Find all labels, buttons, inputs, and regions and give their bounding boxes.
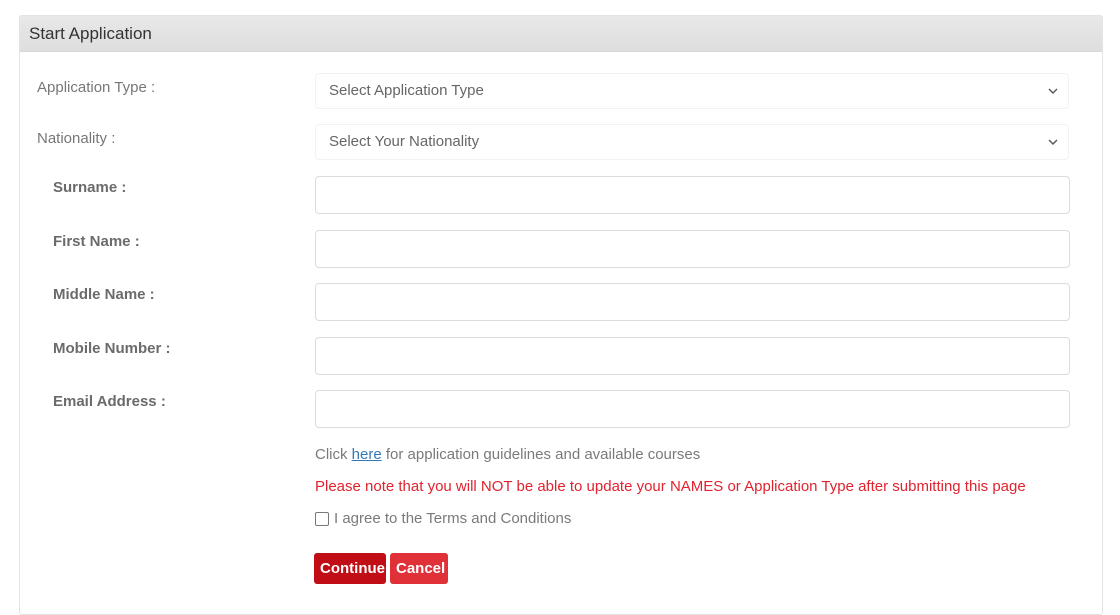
chevron-down-icon	[1047, 125, 1059, 159]
nationality-selected: Select Your Nationality	[329, 133, 480, 150]
terms-checkbox[interactable]	[315, 511, 329, 526]
first-name-label: First Name :	[53, 233, 140, 250]
guidelines-text: Click here for application guidelines an…	[315, 446, 700, 463]
application-type-selected: Select Application Type	[329, 82, 484, 99]
names-warning: Please note that you will NOT be able to…	[315, 478, 1026, 495]
email-address-label: Email Address :	[53, 393, 166, 410]
surname-label: Surname :	[53, 179, 127, 196]
first-name-input[interactable]	[315, 230, 1070, 268]
application-type-label: Application Type :	[37, 79, 156, 96]
chevron-down-icon	[1047, 74, 1059, 108]
guidelines-link[interactable]: here	[352, 446, 382, 463]
application-type-select[interactable]: Select Application Type	[315, 73, 1069, 109]
terms-label: I agree to the Terms and Conditions	[334, 510, 572, 527]
surname-input[interactable]	[315, 176, 1070, 214]
nationality-label: Nationality :	[37, 130, 116, 147]
start-application-panel: Start Application Application Type : Sel…	[19, 15, 1103, 615]
middle-name-label: Middle Name :	[53, 286, 155, 303]
email-address-input[interactable]	[315, 390, 1070, 428]
terms-agreement[interactable]: I agree to the Terms and Conditions	[315, 510, 571, 527]
mobile-number-label: Mobile Number :	[53, 340, 171, 357]
nationality-select[interactable]: Select Your Nationality	[315, 124, 1069, 160]
guidelines-prefix: Click	[315, 446, 352, 463]
cancel-button[interactable]: Cancel	[390, 553, 448, 584]
mobile-number-input[interactable]	[315, 337, 1070, 375]
middle-name-input[interactable]	[315, 283, 1070, 321]
panel-title: Start Application	[20, 16, 1102, 52]
guidelines-suffix: for application guidelines and available…	[381, 446, 701, 463]
continue-button[interactable]: Continue	[314, 553, 386, 584]
